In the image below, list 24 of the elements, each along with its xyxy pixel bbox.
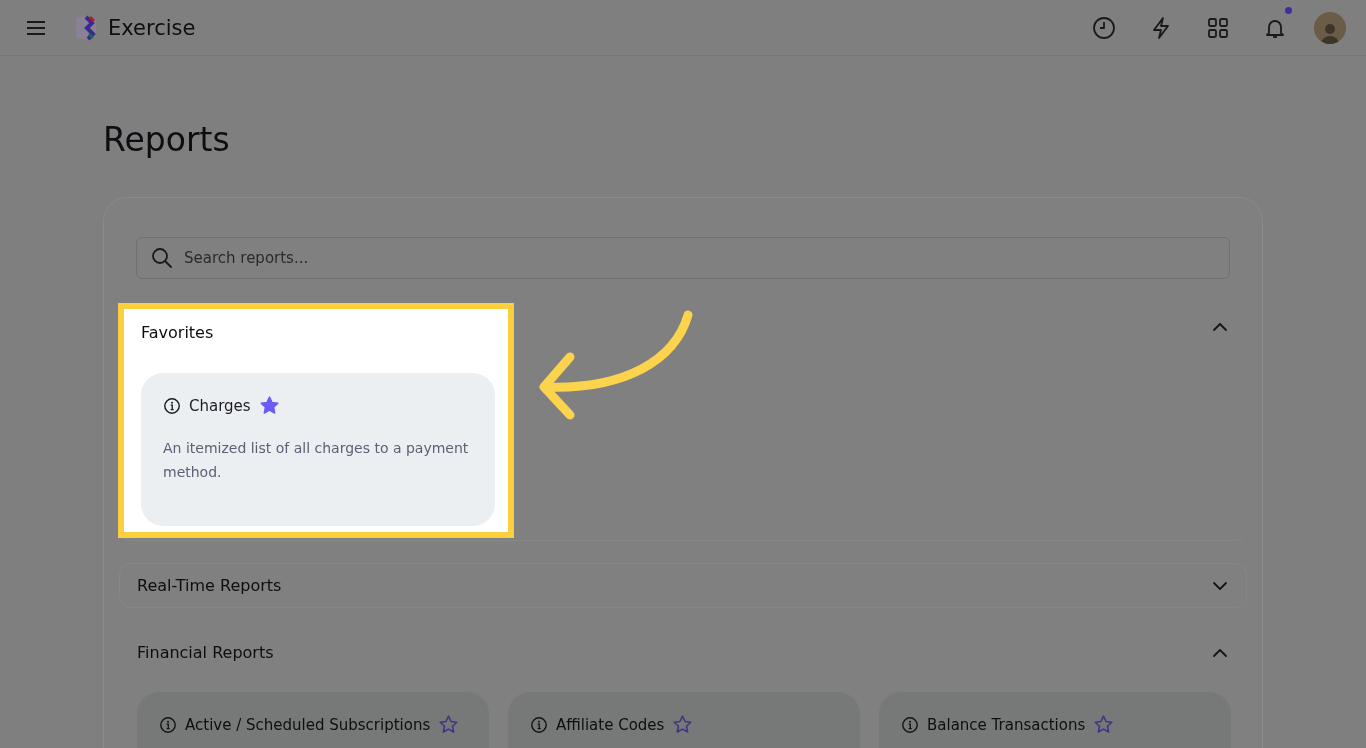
report-card[interactable]: Active / Scheduled Subscriptions — [137, 692, 489, 748]
star-icon[interactable] — [1093, 714, 1115, 735]
section-title[interactable]: Financial Reports — [137, 643, 274, 662]
section-title: Favorites — [141, 322, 215, 342]
menu-icon[interactable] — [26, 19, 46, 36]
app-name[interactable]: Exercise — [108, 15, 196, 40]
star-icon[interactable] — [438, 714, 460, 735]
avatar[interactable] — [1314, 11, 1346, 44]
search-icon — [151, 247, 173, 269]
report-name: Balance Transactions — [927, 715, 1086, 734]
report-name: Affiliate Codes — [556, 715, 665, 734]
clock-icon[interactable] — [1091, 14, 1117, 41]
star-icon[interactable] — [258, 395, 280, 416]
search-field[interactable]: Search reports... — [136, 237, 1230, 279]
report-name: Charges — [189, 396, 251, 415]
report-card[interactable]: Affiliate Codes — [508, 692, 860, 748]
report-card[interactable]: Balance Transactions — [879, 692, 1231, 748]
report-card[interactable]: Charges An itemized list of all charges to a payment method. — [141, 373, 495, 526]
info-icon[interactable] — [163, 396, 181, 415]
star-icon[interactable] — [672, 714, 694, 735]
report-name: Active / Scheduled Subscriptions — [185, 715, 431, 734]
section-title[interactable]: Real-Time Reports — [137, 576, 282, 595]
report-description: An itemized list of all charges to a payment method. — [163, 439, 470, 482]
page-title: Reports — [103, 120, 231, 159]
